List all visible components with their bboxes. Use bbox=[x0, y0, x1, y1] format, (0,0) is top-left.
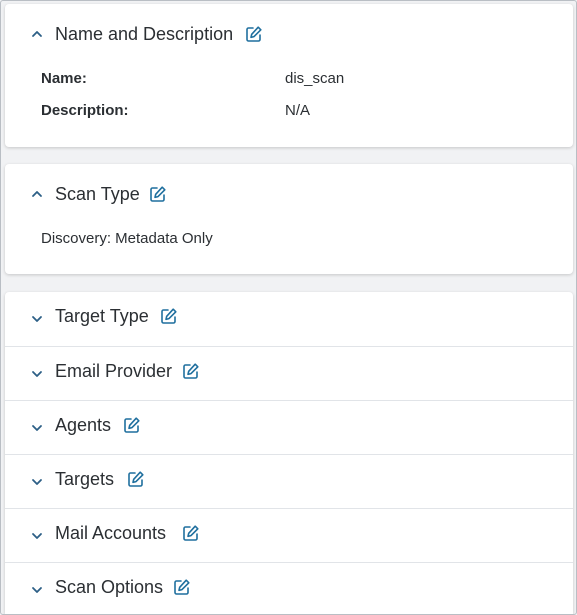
section-mail-accounts[interactable]: Mail Accounts bbox=[5, 508, 573, 563]
edit-icon[interactable] bbox=[173, 578, 191, 596]
chevron-down-icon[interactable] bbox=[30, 583, 44, 597]
section-title: Scan Type bbox=[55, 183, 140, 204]
chevron-down-icon[interactable] bbox=[30, 529, 44, 543]
section-title: Targets bbox=[55, 469, 115, 489]
edit-icon[interactable] bbox=[123, 416, 141, 434]
section-agents[interactable]: Agents bbox=[5, 400, 573, 455]
scan-type-header[interactable]: Scan Type bbox=[5, 182, 573, 206]
edit-icon[interactable] bbox=[127, 470, 145, 488]
section-email-provider[interactable]: Email Provider bbox=[5, 346, 573, 401]
chevron-up-icon[interactable] bbox=[30, 27, 44, 41]
section-scan-options[interactable]: Scan Options bbox=[5, 562, 573, 614]
scan-summary-panel: Name and Description Name: dis_scan Desc… bbox=[0, 0, 577, 615]
section-title: Email Provider bbox=[55, 361, 173, 381]
description-value: N/A bbox=[285, 102, 311, 119]
section-title: Mail Accounts bbox=[55, 523, 167, 543]
name-description-header[interactable]: Name and Description bbox=[5, 22, 573, 46]
section-title: Target Type bbox=[55, 306, 149, 326]
edit-icon[interactable] bbox=[160, 307, 178, 325]
edit-icon[interactable] bbox=[245, 25, 263, 43]
section-title: Agents bbox=[55, 415, 112, 435]
description-label: Description: bbox=[41, 102, 129, 119]
collapsed-sections-list: Target Type Email Provider Agents Target… bbox=[5, 292, 573, 614]
section-targets[interactable]: Targets bbox=[5, 454, 573, 509]
edit-icon[interactable] bbox=[149, 185, 167, 203]
chevron-up-icon[interactable] bbox=[30, 187, 44, 201]
scan-type-card: Scan Type Discovery: Metadata Only bbox=[5, 164, 573, 274]
name-value: dis_scan bbox=[285, 70, 345, 87]
section-target-type[interactable]: Target Type bbox=[5, 292, 573, 346]
section-title: Scan Options bbox=[55, 577, 164, 597]
edit-icon[interactable] bbox=[182, 524, 200, 542]
section-title: Name and Description bbox=[55, 23, 234, 44]
name-description-card: Name and Description Name: dis_scan Desc… bbox=[5, 4, 573, 147]
edit-icon[interactable] bbox=[182, 362, 200, 380]
chevron-down-icon[interactable] bbox=[30, 475, 44, 489]
chevron-down-icon[interactable] bbox=[30, 312, 44, 326]
scan-type-value: Discovery: Metadata Only bbox=[41, 230, 213, 247]
chevron-down-icon[interactable] bbox=[30, 367, 44, 381]
name-label: Name: bbox=[41, 70, 87, 87]
chevron-down-icon[interactable] bbox=[30, 421, 44, 435]
